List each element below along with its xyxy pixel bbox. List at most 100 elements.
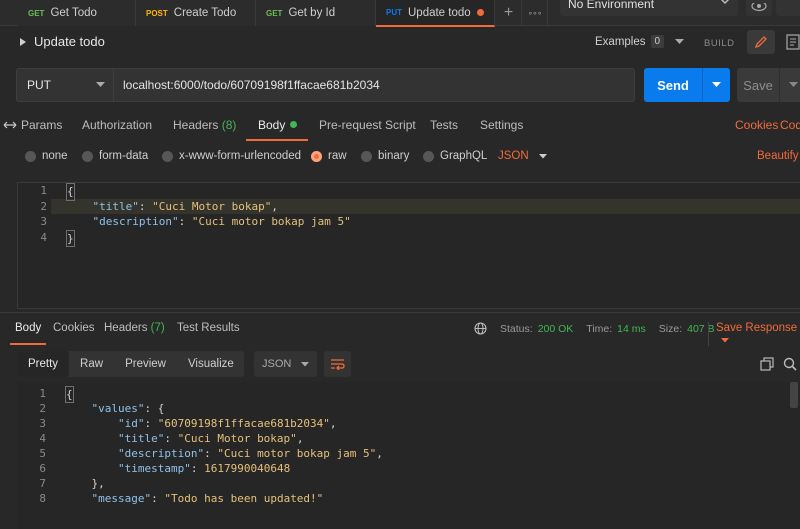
globe-icon[interactable]	[474, 322, 487, 335]
send-button[interactable]: Send	[644, 68, 730, 102]
json-string: "Cuci motor bokap jam 5"	[217, 447, 377, 460]
wrap-lines-button[interactable]	[324, 351, 351, 377]
view-tab-pretty[interactable]: Pretty	[17, 351, 70, 377]
view-tab-visualize[interactable]: Visualize	[177, 351, 245, 377]
line-number: 6	[39, 462, 46, 475]
search-icon[interactable]	[783, 357, 797, 371]
document-icon	[786, 34, 800, 50]
new-tab-button[interactable]: +	[496, 0, 522, 26]
code-content: { "title": "Cuci Motor bokap", "descript…	[66, 183, 351, 247]
build-mode-label: BUILD	[704, 38, 735, 49]
tab-method-badge: POST	[146, 8, 168, 18]
tab-create-todo[interactable]: POST Create Todo	[136, 0, 256, 26]
body-type-raw[interactable]: raw	[311, 150, 347, 162]
tab-method-badge: GET	[28, 8, 45, 18]
json-key: "title"	[117, 432, 165, 445]
tab-get-todo[interactable]: GET Get Todo	[18, 0, 136, 26]
json-key: "description"	[92, 215, 179, 228]
edit-button[interactable]	[747, 30, 775, 54]
response-tab-test-results[interactable]: Test Results	[177, 322, 240, 334]
save-label: Save	[743, 77, 773, 93]
url-input[interactable]: localhost:6000/todo/60709198f1ffacae681b…	[114, 68, 635, 102]
save-button[interactable]: Save	[737, 68, 800, 102]
response-tab-body[interactable]: Body	[15, 322, 41, 334]
json-key: "title"	[92, 199, 139, 213]
save-options-button[interactable]	[779, 68, 800, 102]
tab-update-todo[interactable]: PUT Update todo	[376, 0, 495, 27]
line-number: 4	[40, 230, 47, 244]
environment-select[interactable]: No Environment	[560, 0, 738, 16]
tab-headers[interactable]: Headers (8)	[173, 118, 236, 132]
radio-dot	[25, 150, 36, 162]
size-label: Size:	[658, 322, 683, 335]
body-type-urlencoded[interactable]: x-www-form-urlencoded	[162, 150, 301, 162]
active-tab-underline	[10, 343, 46, 345]
body-type-form-data[interactable]: form-data	[82, 150, 148, 162]
code-content: { "values": { "id": "60709198f1ffacae681…	[65, 386, 383, 505]
body-type-none[interactable]: none	[25, 150, 68, 162]
response-tab-cookies[interactable]: Cookies	[53, 322, 95, 334]
radio-label: x-www-form-urlencoded	[179, 150, 302, 162]
examples-label: Examples	[595, 35, 646, 48]
documentation-button[interactable]	[781, 30, 800, 54]
tab-settings[interactable]: Settings	[480, 118, 523, 132]
raw-language-select[interactable]: JSON	[498, 150, 547, 162]
edit-icon	[754, 36, 767, 49]
line-number: 3	[40, 215, 47, 228]
tab-get-by-id[interactable]: GET Get by Id	[256, 0, 376, 26]
response-language-select[interactable]: JSON	[254, 351, 317, 377]
request-body-editor[interactable]: 1 2 3 4 { "title": "Cuci Motor bokap", "…	[17, 182, 800, 309]
body-type-binary[interactable]: binary	[361, 150, 409, 162]
line-number: 1	[39, 387, 46, 400]
body-type-graphql[interactable]: GraphQL	[423, 150, 487, 162]
view-tab-raw[interactable]: Raw	[69, 351, 114, 377]
status-label: Status:	[500, 322, 533, 335]
radio-dot	[162, 150, 173, 162]
beautify-link[interactable]: Beautify	[757, 150, 799, 162]
response-body-viewer[interactable]: 1 2 3 4 5 6 7 8 { "values": { "id": "607…	[17, 382, 800, 529]
more-tabs-button[interactable]: ∘∘∘	[522, 0, 548, 26]
brace-token: {	[66, 183, 75, 201]
json-key: "description"	[117, 447, 205, 460]
copy-icon[interactable]	[760, 357, 774, 371]
resize-handle-icon[interactable]	[3, 120, 17, 130]
json-string: "Cuci Motor bokap"	[152, 199, 272, 213]
response-tab-headers[interactable]: Headers (7)	[104, 322, 165, 334]
unsaved-indicator	[477, 9, 484, 16]
tab-label: Create Todo	[173, 7, 237, 19]
code-link[interactable]: Code	[780, 118, 800, 132]
manage-environments-button[interactable]	[776, 0, 800, 16]
save-response-button[interactable]: Save Response	[708, 322, 800, 346]
json-key: "message"	[91, 492, 152, 505]
tab-prerequest-script[interactable]: Pre-request Script	[319, 118, 416, 132]
environment-quick-look-button[interactable]	[746, 0, 772, 16]
line-number-gutter: 1 2 3 4	[18, 183, 51, 245]
line-number: 2	[40, 199, 47, 213]
response-headers-count: (7)	[150, 322, 165, 334]
pane-divider[interactable]	[0, 312, 800, 313]
line-number: 8	[39, 492, 46, 505]
status-value: 200 OK	[537, 322, 574, 335]
examples-dropdown[interactable]: Examples 0	[595, 35, 685, 48]
tab-params[interactable]: Params	[21, 118, 62, 132]
caret-right-icon	[20, 37, 26, 46]
tab-label: Get Todo	[50, 7, 97, 19]
url-value: localhost:6000/todo/60709198f1ffacae681b…	[123, 78, 380, 92]
send-options-button[interactable]	[702, 68, 730, 102]
radio-label: binary	[378, 150, 410, 162]
radio-dot	[361, 150, 372, 162]
tab-tests[interactable]: Tests	[430, 118, 458, 132]
request-title-row[interactable]: Update todo	[20, 34, 105, 49]
tab-authorization[interactable]: Authorization	[82, 118, 152, 132]
view-tab-preview[interactable]: Preview	[114, 351, 177, 377]
tab-body[interactable]: Body	[258, 118, 298, 132]
method-select[interactable]: PUT	[16, 68, 114, 102]
response-scrollbar[interactable]	[790, 382, 798, 408]
json-string: "Todo has been updated!"	[164, 492, 324, 505]
body-has-content-indicator	[290, 121, 298, 128]
cookies-link[interactable]: Cookies	[735, 118, 778, 132]
tab-method-badge: GET	[266, 8, 283, 18]
wrap-lines-icon	[331, 359, 345, 370]
chevron-down-icon	[712, 82, 721, 87]
line-number: 5	[39, 447, 46, 460]
